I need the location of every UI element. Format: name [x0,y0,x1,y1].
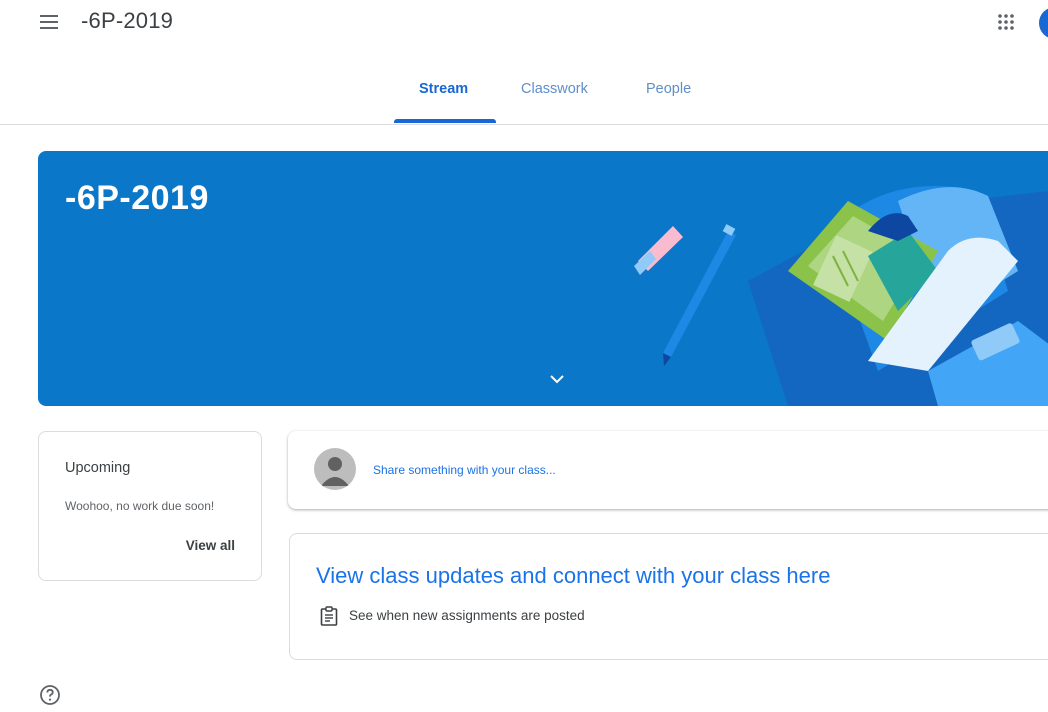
hamburger-menu-icon [40,15,58,29]
tab-classwork[interactable]: Classwork [521,81,588,97]
active-tab-indicator [394,119,496,123]
banner-expand-button[interactable] [547,371,567,387]
share-post-box[interactable]: Share something with your class... [288,431,1048,509]
backpack-illustration [634,186,1048,406]
class-title[interactable]: -6P-2019 [81,8,173,34]
class-updates-card: View class updates and connect with your… [289,533,1048,660]
assignment-icon [320,606,338,626]
share-placeholder: Share something with your class... [373,463,556,477]
updates-note: See when new assignments are posted [349,608,585,623]
person-icon [321,457,349,486]
apps-grid-icon [998,14,1014,30]
help-icon [40,685,60,705]
view-all-link[interactable]: View all [186,538,235,553]
class-banner: -6P-2019 [38,151,1048,406]
top-bar: -6P-2019 [0,0,1048,44]
updates-title: View class updates and connect with your… [316,563,831,588]
tab-people[interactable]: People [646,81,691,97]
user-avatar [314,448,356,490]
account-avatar[interactable] [1039,7,1048,39]
tab-bar: Stream Classwork People [0,58,1048,125]
upcoming-note: Woohoo, no work due soon! [65,499,215,513]
main-menu-button[interactable] [36,10,64,34]
upcoming-title: Upcoming [65,460,131,476]
upcoming-card: Upcoming Woohoo, no work due soon! View … [38,431,262,581]
help-button[interactable] [38,683,62,707]
tab-stream[interactable]: Stream [419,81,468,97]
google-apps-button[interactable] [994,10,1018,34]
banner-title: -6P-2019 [65,179,209,217]
chevron-down-icon [550,375,564,384]
